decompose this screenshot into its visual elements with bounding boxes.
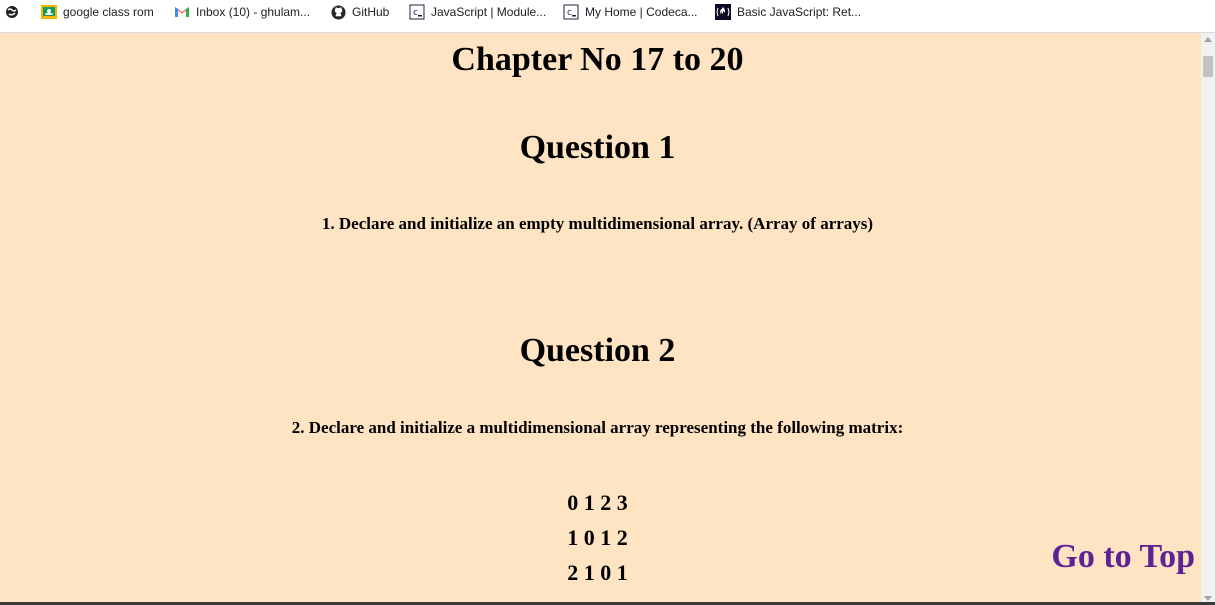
question-1-text: 1. Declare and initialize an empty multi… [321,214,874,233]
codecademy-icon: c [409,4,425,20]
vertical-scrollbar[interactable] [1201,33,1215,605]
bookmark-github[interactable]: GitHub [330,0,389,24]
bookmarks-bar: google class rom Inbox (10) - ghulam... … [0,0,1215,33]
question-2-text: 2. Declare and initialize a multidimensi… [291,418,904,437]
svg-text:c: c [413,8,418,18]
matrix-row: 0 1 2 3 [567,490,628,515]
freecodecamp-icon [715,4,731,20]
github-icon [330,4,346,20]
bookmark-label: GitHub [352,5,390,19]
scroll-up-arrow-icon[interactable] [1204,37,1212,42]
scroll-down-arrow-icon[interactable] [1204,596,1212,601]
page-content: Chapter No 17 to 20 Question 1 1. Declar… [0,33,1201,605]
bookmark-label: JavaScript | Module... [431,5,547,19]
question-1-heading: Question 1 [519,129,676,166]
google-classroom-icon [41,4,57,20]
codecademy-icon: c [563,4,579,20]
bookmark-label: Basic JavaScript: Ret... [737,5,862,19]
scrollbar-thumb[interactable] [1203,56,1213,77]
bookmark-codecademy-module[interactable]: c JavaScript | Module... [409,0,546,24]
page-title: Chapter No 17 to 20 [451,41,744,78]
bookmark-freecodecamp[interactable]: Basic JavaScript: Ret... [715,0,861,24]
bookmark-label: Inbox (10) - ghulam... [196,5,311,19]
bookmark-codecademy-home[interactable]: c My Home | Codeca... [563,0,698,24]
bookmark-gmail[interactable]: Inbox (10) - ghulam... [174,0,310,24]
globe-icon [4,4,20,20]
svg-text:c: c [567,8,572,18]
bookmark-google-classroom[interactable]: google class rom [41,0,154,24]
matrix-row: 1 0 1 2 [567,525,628,550]
bookmark-label: My Home | Codeca... [585,5,698,19]
bookmark-globe[interactable] [4,0,26,24]
matrix-row: 2 1 0 1 [567,560,628,585]
question-2-heading: Question 2 [519,332,676,369]
bookmark-label: google class rom [63,5,154,19]
go-to-top-link[interactable]: Go to Top [1051,538,1195,576]
gmail-icon [174,4,190,20]
